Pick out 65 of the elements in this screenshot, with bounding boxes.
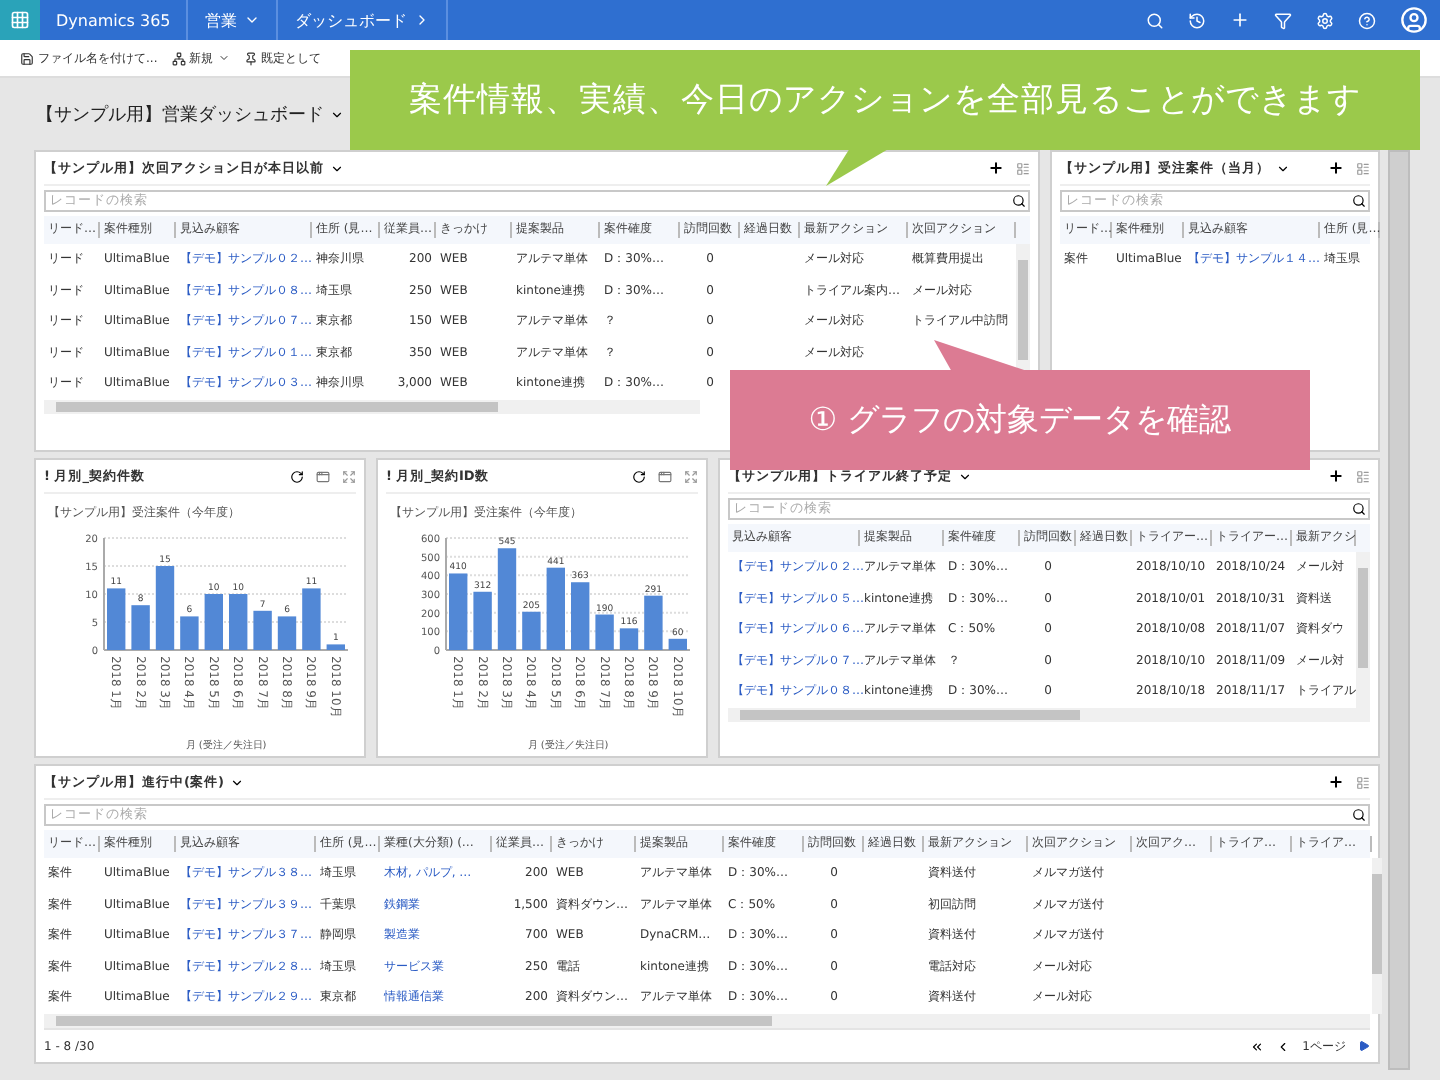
add-icon[interactable] — [1328, 468, 1344, 484]
caret-icon[interactable] — [958, 469, 972, 483]
filter-icon[interactable] — [1274, 11, 1292, 29]
settings-icon[interactable] — [1316, 11, 1334, 29]
horizontal-scrollbar[interactable] — [44, 1013, 1370, 1027]
bar[interactable] — [473, 591, 492, 650]
bar[interactable] — [302, 588, 321, 650]
list-icon[interactable] — [1016, 161, 1030, 175]
first-page-icon[interactable] — [1250, 1039, 1265, 1053]
refresh-icon[interactable] — [290, 469, 304, 483]
caret-icon — [217, 52, 230, 64]
expand-icon[interactable] — [684, 469, 698, 483]
y-axis — [445, 537, 447, 651]
bar[interactable] — [619, 628, 639, 650]
callout-pointer — [824, 148, 892, 188]
bar[interactable] — [277, 616, 297, 650]
bar[interactable] — [155, 566, 175, 650]
bar[interactable] — [326, 644, 345, 650]
bar[interactable] — [229, 594, 248, 650]
save-icon — [20, 51, 34, 65]
bar[interactable] — [180, 616, 199, 650]
caret-icon[interactable] — [330, 161, 344, 175]
caret-icon[interactable] — [229, 775, 244, 789]
bar[interactable] — [668, 638, 687, 650]
history-icon[interactable] — [1188, 11, 1206, 29]
expand-icon[interactable] — [342, 469, 356, 483]
vertical-scrollbar[interactable] — [1372, 858, 1382, 1013]
help-icon[interactable] — [1358, 11, 1376, 29]
caret-icon[interactable] — [1276, 161, 1290, 175]
bar[interactable] — [595, 614, 614, 650]
next-page-icon[interactable] — [1358, 1040, 1370, 1052]
grid-icon — [10, 10, 30, 30]
bar[interactable] — [253, 610, 272, 650]
bar[interactable] — [546, 567, 565, 650]
list-icon[interactable] — [1356, 469, 1370, 483]
bar[interactable] — [522, 611, 541, 650]
dashboard-title[interactable]: 【サンプル用】営業ダッシュボード — [36, 101, 324, 127]
list-icon[interactable] — [1356, 775, 1370, 789]
bar[interactable] — [497, 548, 517, 650]
vertical-scrollbar[interactable] — [1356, 552, 1370, 707]
add-icon[interactable] — [988, 160, 1004, 176]
bar[interactable] — [644, 595, 663, 650]
add-icon[interactable] — [1328, 160, 1344, 176]
list-icon[interactable] — [1356, 161, 1370, 175]
horizontal-scrollbar[interactable] — [44, 399, 700, 413]
add-icon[interactable] — [1328, 774, 1344, 790]
avatar-icon[interactable] — [1400, 6, 1428, 34]
network-icon — [171, 51, 186, 65]
bar[interactable] — [107, 588, 126, 650]
caret-icon[interactable] — [330, 107, 344, 121]
horizontal-scrollbar[interactable] — [728, 707, 1370, 721]
refresh-icon[interactable] — [632, 469, 646, 483]
page-scrollbar[interactable] — [1388, 150, 1410, 1070]
bar[interactable] — [131, 605, 150, 650]
window-icon[interactable] — [658, 469, 672, 483]
pin-icon — [243, 51, 258, 65]
bar[interactable] — [204, 594, 223, 650]
bar[interactable] — [449, 573, 468, 650]
bar[interactable] — [571, 582, 590, 650]
caret-icon — [244, 12, 261, 28]
window-icon[interactable] — [316, 469, 330, 483]
previous-page-icon[interactable] — [1276, 1039, 1291, 1053]
y-axis — [103, 537, 105, 651]
search-icon[interactable] — [1146, 11, 1164, 29]
app-launcher-button[interactable] — [0, 0, 40, 40]
